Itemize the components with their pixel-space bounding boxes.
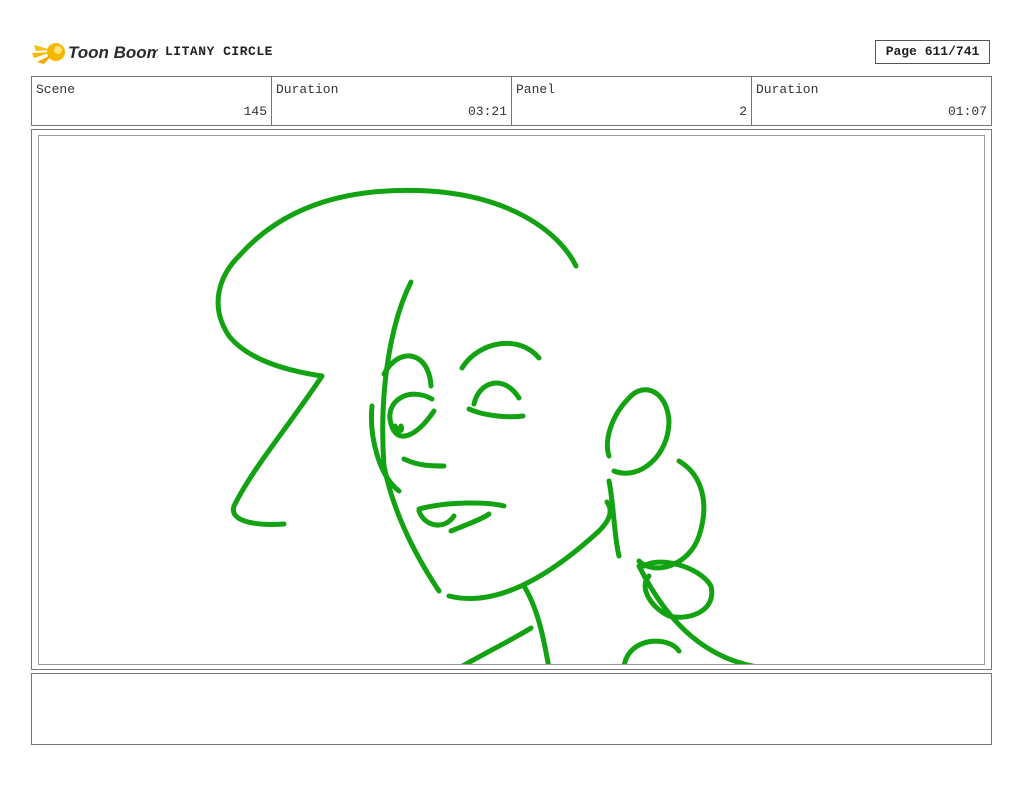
sketch-shoulder-hair <box>636 563 756 664</box>
sketch-neck-strap <box>461 625 534 664</box>
sketch-right-brow <box>459 340 542 371</box>
scene-duration-cell: Duration 03:21 <box>272 77 512 125</box>
sketch-bun-upper <box>636 458 707 571</box>
toon-boom-comet-icon <box>32 43 65 64</box>
panel-cell: Panel 2 <box>512 77 752 125</box>
sketch-left-eye-pupil <box>392 423 404 433</box>
sketch-neck-left <box>521 583 551 664</box>
brand-name: Toon Boom <box>68 43 158 62</box>
storyboard-panel-image <box>38 135 985 665</box>
sketch-jaw <box>446 499 613 601</box>
sketch-ear-outer <box>604 387 672 476</box>
sketch-upper-lip <box>416 500 507 512</box>
panel-duration-value: 01:07 <box>947 104 987 119</box>
toon-boom-logo: Toon Boom <box>32 37 158 69</box>
scene-value: 145 <box>243 104 267 119</box>
sketch-left-eye-upper <box>381 353 434 389</box>
sketch-nose-line <box>401 456 447 469</box>
panel-value: 2 <box>739 104 747 119</box>
sketch-lower-lip <box>416 508 457 528</box>
scene-duration-label: Duration <box>276 82 339 97</box>
character-sketch <box>215 187 756 664</box>
panel-duration-label: Duration <box>756 82 819 97</box>
storyboard-panel-frame <box>31 129 992 670</box>
sketch-bun-lower <box>621 638 682 664</box>
project-title: LITANY CIRCLE <box>165 44 273 59</box>
scene-label: Scene <box>36 82 76 97</box>
scene-duration-value: 03:21 <box>467 104 507 119</box>
page-counter: Page 611/741 <box>875 40 990 64</box>
sketch-teeth <box>448 511 492 534</box>
panel-duration-cell: Duration 01:07 <box>752 77 991 125</box>
panel-notes-box <box>31 673 992 745</box>
sketch-right-eye <box>466 406 526 420</box>
scene-info-row: Scene 145 Duration 03:21 Panel 2 Duratio… <box>31 76 992 126</box>
scene-cell: Scene 145 <box>32 77 272 125</box>
panel-label: Panel <box>516 82 556 97</box>
sketch-right-eye-upper <box>471 380 522 407</box>
